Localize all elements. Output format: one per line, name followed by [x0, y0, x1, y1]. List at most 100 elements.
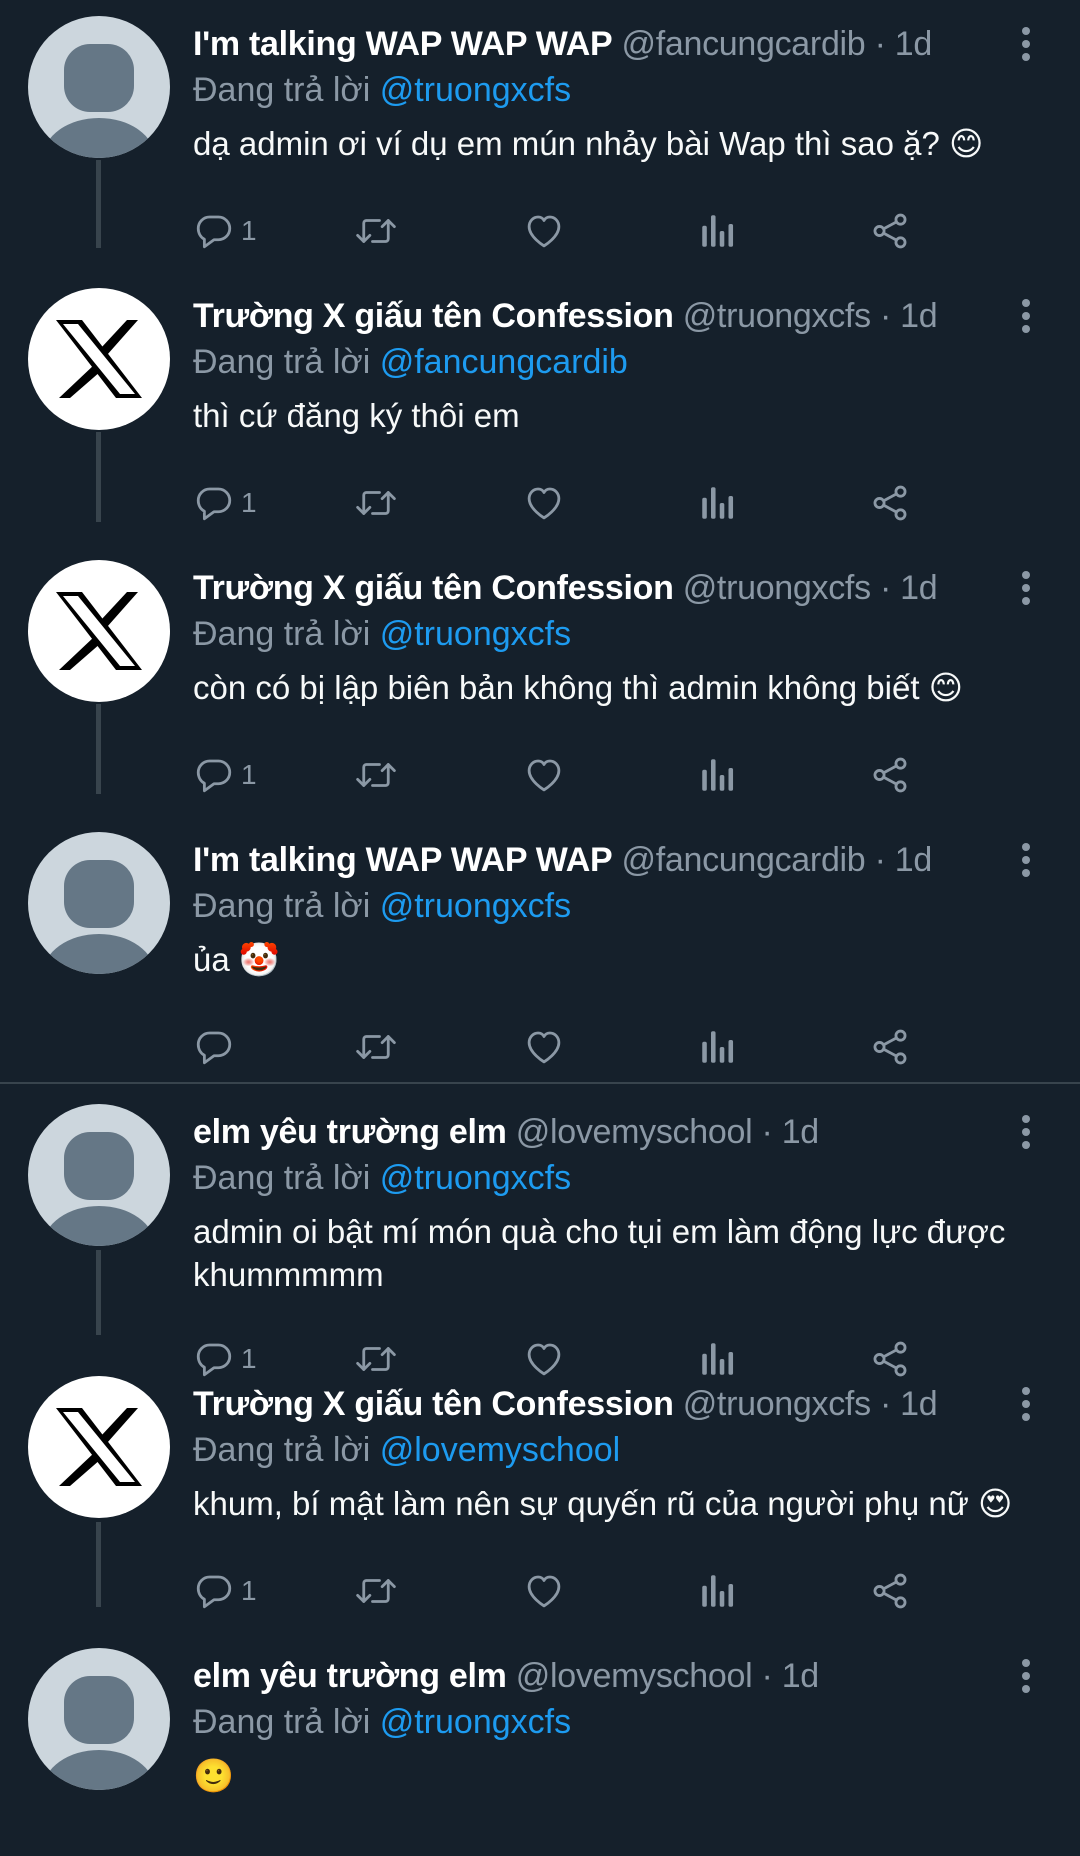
author-handle[interactable]: @truongxcfs [683, 569, 871, 607]
views-button[interactable] [698, 206, 738, 256]
conversation-divider [0, 1082, 1080, 1084]
tweet[interactable]: Trường X giấu tên Confession @truongxcfs… [0, 1360, 1080, 1632]
replying-to: Đang trả lời @truongxcfs [193, 1698, 571, 1746]
analytics-icon [698, 210, 738, 252]
timestamp[interactable]: 1d [895, 25, 933, 63]
reply-count: 1 [241, 759, 257, 790]
share-button[interactable] [869, 750, 911, 800]
reply-button[interactable]: 1 [193, 750, 257, 800]
replying-to-label: Đang trả lời [193, 71, 371, 109]
heart-icon [523, 210, 565, 252]
timestamp[interactable]: 1d [900, 297, 938, 335]
more-options-icon[interactable] [1016, 1114, 1036, 1150]
heart-icon [523, 1026, 565, 1068]
avatar[interactable] [28, 560, 170, 702]
replying-to-mention[interactable]: @truongxcfs [380, 1159, 571, 1197]
tweet[interactable]: Trường X giấu tên Confession @truongxcfs… [0, 544, 1080, 816]
replying-to-mention[interactable]: @fancungcardib [380, 343, 628, 381]
author-name[interactable]: I'm talking WAP WAP WAP [193, 25, 613, 63]
tweet[interactable]: I'm talking WAP WAP WAP @fancungcardib ·… [0, 0, 1080, 272]
avatar[interactable] [28, 1376, 170, 1518]
replying-to-mention[interactable]: @truongxcfs [380, 615, 571, 653]
avatar[interactable] [28, 1648, 170, 1790]
views-button[interactable] [698, 478, 738, 528]
avatar[interactable] [28, 832, 170, 974]
more-options-icon[interactable] [1016, 1658, 1036, 1694]
retweet-icon [353, 482, 399, 524]
views-button[interactable] [698, 1022, 738, 1072]
replying-to-label: Đang trả lời [193, 887, 371, 925]
tweet-text: dạ admin ơi ví dụ em mún nhảy bài Wap th… [193, 125, 984, 162]
author-name[interactable]: Trường X giấu tên Confession [193, 297, 674, 335]
more-options-icon[interactable] [1016, 298, 1036, 334]
separator-dot: · [874, 25, 886, 63]
tweet-actions: 1 [193, 750, 1023, 800]
author-handle[interactable]: @lovemyschool [516, 1113, 753, 1151]
retweet-button[interactable] [353, 478, 399, 528]
more-options-icon[interactable] [1016, 1386, 1036, 1422]
share-button[interactable] [869, 1566, 911, 1616]
retweet-icon [353, 754, 399, 796]
reply-button[interactable]: 1 [193, 478, 257, 528]
timestamp[interactable]: 1d [900, 569, 938, 607]
replying-to-mention[interactable]: @truongxcfs [380, 1703, 571, 1741]
avatar[interactable] [28, 16, 170, 158]
author-handle[interactable]: @fancungcardib [622, 25, 866, 63]
separator-dot: · [761, 1657, 773, 1695]
retweet-button[interactable] [353, 1566, 399, 1616]
views-button[interactable] [698, 1566, 738, 1616]
avatar[interactable] [28, 1104, 170, 1246]
replying-to: Đang trả lời @truongxcfs [193, 1154, 571, 1202]
reply-button[interactable] [193, 1022, 241, 1072]
tweet[interactable]: elm yêu trường elm @lovemyschool · 1d Đa… [0, 1632, 1080, 1856]
tweet[interactable]: I'm talking WAP WAP WAP @fancungcardib ·… [0, 816, 1080, 1082]
more-options-icon[interactable] [1016, 570, 1036, 606]
retweet-button[interactable] [353, 750, 399, 800]
retweet-button[interactable] [353, 206, 399, 256]
author-handle[interactable]: @truongxcfs [683, 1385, 871, 1423]
reply-button[interactable]: 1 [193, 206, 257, 256]
retweet-button[interactable] [353, 1022, 399, 1072]
timestamp[interactable]: 1d [900, 1385, 938, 1423]
retweet-icon [353, 210, 399, 252]
like-button[interactable] [523, 1022, 565, 1072]
reply-icon [193, 210, 235, 252]
replying-to-label: Đang trả lời [193, 1431, 371, 1469]
timestamp[interactable]: 1d [895, 841, 933, 879]
author-name[interactable]: I'm talking WAP WAP WAP [193, 841, 613, 879]
views-button[interactable] [698, 750, 738, 800]
author-handle[interactable]: @truongxcfs [683, 297, 871, 335]
like-button[interactable] [523, 1566, 565, 1616]
replying-to-mention[interactable]: @truongxcfs [380, 887, 571, 925]
analytics-icon [698, 1570, 738, 1612]
share-button[interactable] [869, 478, 911, 528]
reply-icon [193, 1026, 235, 1068]
replying-to-mention[interactable]: @lovemyschool [380, 1431, 621, 1469]
author-name[interactable]: Trường X giấu tên Confession [193, 569, 674, 607]
tweet-header: I'm talking WAP WAP WAP @fancungcardib ·… [193, 836, 1003, 884]
author-name[interactable]: Trường X giấu tên Confession [193, 1385, 674, 1423]
author-name[interactable]: elm yêu trường elm [193, 1113, 507, 1151]
tweet[interactable]: Trường X giấu tên Confession @truongxcfs… [0, 272, 1080, 544]
more-options-icon[interactable] [1016, 842, 1036, 878]
author-name[interactable]: elm yêu trường elm [193, 1657, 507, 1695]
timestamp[interactable]: 1d [782, 1113, 820, 1151]
reply-button[interactable]: 1 [193, 1566, 257, 1616]
heart-icon [523, 754, 565, 796]
reply-icon [193, 1570, 235, 1612]
like-button[interactable] [523, 750, 565, 800]
more-options-icon[interactable] [1016, 26, 1036, 62]
author-handle[interactable]: @fancungcardib [622, 841, 866, 879]
share-icon [869, 210, 911, 252]
avatar[interactable] [28, 288, 170, 430]
replying-to: Đang trả lời @lovemyschool [193, 1426, 620, 1474]
separator-dot: · [874, 841, 886, 879]
share-button[interactable] [869, 1022, 911, 1072]
like-button[interactable] [523, 206, 565, 256]
replying-to-mention[interactable]: @truongxcfs [380, 71, 571, 109]
author-handle[interactable]: @lovemyschool [516, 1657, 753, 1695]
share-button[interactable] [869, 206, 911, 256]
like-button[interactable] [523, 478, 565, 528]
tweet[interactable]: elm yêu trường elm @lovemyschool · 1d Đa… [0, 1088, 1080, 1400]
timestamp[interactable]: 1d [782, 1657, 820, 1695]
